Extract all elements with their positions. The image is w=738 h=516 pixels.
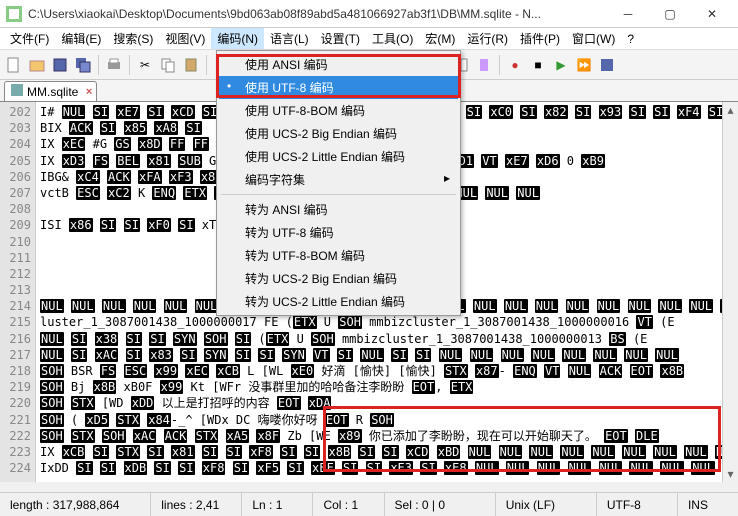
scroll-down-icon[interactable]: ▾ xyxy=(723,466,738,482)
copy-icon[interactable] xyxy=(158,55,178,75)
statusbar: length : 317,988,864 lines : 2,41 Ln : 1… xyxy=(0,492,738,516)
menu-窗口[interactable]: 窗口(W) xyxy=(566,28,621,49)
status-lines: lines : 2,41 xyxy=(151,493,242,516)
line-number: 219 xyxy=(4,379,31,395)
macro-fast-icon[interactable]: ⏩ xyxy=(574,55,594,75)
new-file-icon[interactable] xyxy=(4,55,24,75)
menu-插件[interactable]: 插件(P) xyxy=(514,28,566,49)
tab-close-icon[interactable]: × xyxy=(86,86,92,98)
menu-编码[interactable]: 编码(N) xyxy=(211,28,264,49)
code-line: NUL SI x38 SI SI SYN SOH SI (ETX U SOH m… xyxy=(40,331,718,347)
line-number: 205 xyxy=(4,153,31,169)
encoding-menu-item[interactable]: 转为 UCS-2 Little Endian 编码 xyxy=(219,290,458,313)
file-icon xyxy=(11,84,23,99)
app-icon xyxy=(6,6,22,22)
minimize-button[interactable]: ─ xyxy=(608,3,648,25)
line-number: 211 xyxy=(4,250,31,266)
menu-?[interactable]: ? xyxy=(621,30,640,48)
line-number: 223 xyxy=(4,444,31,460)
macro-record-icon[interactable]: ● xyxy=(505,55,525,75)
line-number: 216 xyxy=(4,331,31,347)
macro-play-icon[interactable]: ▶ xyxy=(551,55,571,75)
code-line: SOH BSR FS ESC x99 xEC xCB L [WL xE0 好滴 … xyxy=(40,363,718,379)
titlebar: C:\Users\xiaokai\Desktop\Documents\9bd06… xyxy=(0,0,738,28)
status-ln: Ln : 1 xyxy=(242,493,313,516)
line-number: 208 xyxy=(4,201,31,217)
line-number: 214 xyxy=(4,298,31,314)
line-number: 212 xyxy=(4,266,31,282)
encoding-menu-item[interactable]: 编码字符集▸ xyxy=(219,168,458,191)
line-number: 213 xyxy=(4,282,31,298)
menu-语言[interactable]: 语言(L) xyxy=(264,28,315,49)
encoding-menu-item[interactable]: 使用 UCS-2 Big Endian 编码 xyxy=(219,122,458,145)
scroll-up-icon[interactable]: ▴ xyxy=(723,102,738,118)
status-length: length : 317,988,864 xyxy=(0,493,151,516)
line-number: 224 xyxy=(4,460,31,476)
code-line: SOH STX SOH xAC ACK STX xA5 x8F Zb [WE x… xyxy=(40,428,718,444)
line-number: 204 xyxy=(4,136,31,152)
save-all-icon[interactable] xyxy=(73,55,93,75)
encoding-menu-item[interactable]: •使用 UTF-8 编码 xyxy=(219,76,458,99)
menu-运行[interactable]: 运行(R) xyxy=(461,28,514,49)
line-number: 207 xyxy=(4,185,31,201)
print-icon[interactable] xyxy=(104,55,124,75)
line-number: 218 xyxy=(4,363,31,379)
menubar: 文件(F)编辑(E)搜索(S)视图(V)编码(N)语言(L)设置(T)工具(O)… xyxy=(0,28,738,50)
menu-宏[interactable]: 宏(M) xyxy=(419,28,461,49)
doc-map-icon[interactable] xyxy=(474,55,494,75)
line-number-gutter: 2022032042052062072082092102112122132142… xyxy=(0,102,36,482)
line-number: 220 xyxy=(4,395,31,411)
code-line: NUL SI xAC SI x83 SI SYN SI SI SYN VT SI… xyxy=(40,347,718,363)
line-number: 202 xyxy=(4,104,31,120)
cut-icon[interactable]: ✂ xyxy=(135,55,155,75)
encoding-menu-item[interactable]: 转为 UTF-8-BOM 编码 xyxy=(219,244,458,267)
encoding-menu: 使用 ANSI 编码•使用 UTF-8 编码使用 UTF-8-BOM 编码使用 … xyxy=(216,50,461,316)
encoding-menu-item[interactable]: 转为 ANSI 编码 xyxy=(219,198,458,221)
menu-搜索[interactable]: 搜索(S) xyxy=(107,28,159,49)
macro-save-icon[interactable] xyxy=(597,55,617,75)
submenu-arrow-icon: ▸ xyxy=(444,171,450,185)
encoding-menu-item[interactable]: 使用 UTF-8-BOM 编码 xyxy=(219,99,458,122)
menu-视图[interactable]: 视图(V) xyxy=(159,28,211,49)
code-line: SOH ( xD5 STX x84-_^ [WDx DC 嗨喽你好呀 EOT R… xyxy=(40,412,718,428)
vertical-scrollbar[interactable]: ▴ ▾ xyxy=(722,102,738,482)
save-icon[interactable] xyxy=(50,55,70,75)
code-line: IX xCB SI STX SI x81 SI SI xF8 SI SI x8B… xyxy=(40,444,718,460)
encoding-menu-item[interactable]: 转为 UTF-8 编码 xyxy=(219,221,458,244)
tab-label: MM.sqlite xyxy=(27,85,78,99)
status-eol: Unix (LF) xyxy=(496,493,597,516)
line-number: 221 xyxy=(4,412,31,428)
line-number: 222 xyxy=(4,428,31,444)
code-line: IxDD SI SI xDB SI SI xF8 SI xF5 SI xEF S… xyxy=(40,460,718,476)
code-line: SOH Bj x8B xB0F x99 Kt [WFr 没事群里加的哈哈备注李盼… xyxy=(40,379,718,395)
status-enc: UTF-8 xyxy=(597,493,678,516)
status-sel: Sel : 0 | 0 xyxy=(385,493,496,516)
line-number: 206 xyxy=(4,169,31,185)
line-number: 215 xyxy=(4,314,31,330)
code-line: luster_1_3087001438_1000000017 FE (ETX U… xyxy=(40,314,718,330)
menu-工具[interactable]: 工具(O) xyxy=(366,28,419,49)
status-col: Col : 1 xyxy=(313,493,384,516)
line-number: 203 xyxy=(4,120,31,136)
maximize-button[interactable]: ▢ xyxy=(650,3,690,25)
encoding-menu-item[interactable]: 使用 ANSI 编码 xyxy=(219,53,458,76)
line-number: 210 xyxy=(4,234,31,250)
paste-icon[interactable] xyxy=(181,55,201,75)
close-button[interactable]: ✕ xyxy=(692,3,732,25)
encoding-menu-item[interactable]: 转为 UCS-2 Big Endian 编码 xyxy=(219,267,458,290)
window-title: C:\Users\xiaokai\Desktop\Documents\9bd06… xyxy=(28,7,608,21)
code-line: SOH STX [WD xDD 以上是打招呼的内容 EOT xDA xyxy=(40,395,718,411)
status-ins: INS xyxy=(678,493,738,516)
menu-文件[interactable]: 文件(F) xyxy=(4,28,55,49)
menu-设置[interactable]: 设置(T) xyxy=(315,28,366,49)
open-file-icon[interactable] xyxy=(27,55,47,75)
document-tab[interactable]: MM.sqlite × xyxy=(4,81,97,101)
macro-stop-icon[interactable]: ■ xyxy=(528,55,548,75)
menu-编辑[interactable]: 编辑(E) xyxy=(55,28,107,49)
line-number: 209 xyxy=(4,217,31,233)
line-number: 217 xyxy=(4,347,31,363)
encoding-menu-item[interactable]: 使用 UCS-2 Little Endian 编码 xyxy=(219,145,458,168)
